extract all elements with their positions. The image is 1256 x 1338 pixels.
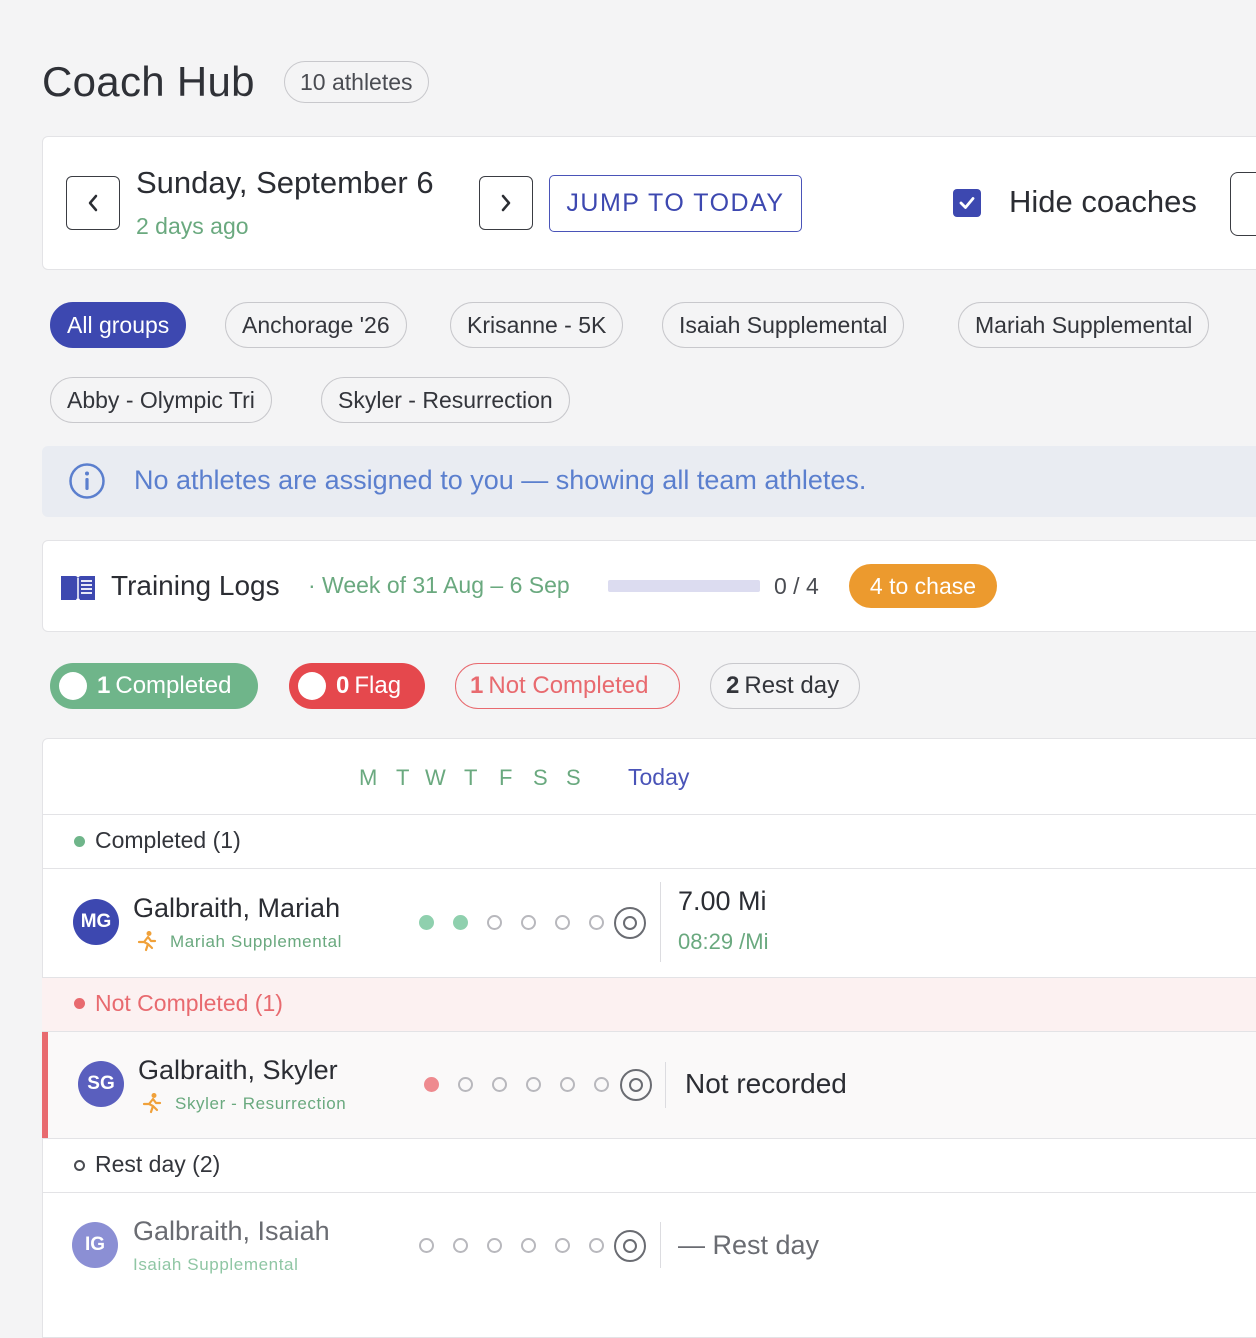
chevron-right-icon [501,194,511,212]
divider [42,1138,1256,1139]
day-status-miss-icon [424,1077,439,1092]
divider [42,814,1256,815]
day-header-mon: M [359,765,378,790]
day-status-empty-icon [487,1238,502,1253]
group-chip-isaiah[interactable]: Isaiah Supplemental [662,302,905,348]
day-header-tue: T [396,765,410,790]
day-status-empty-icon [589,1238,604,1253]
info-message: No athletes are assigned to you — showin… [134,465,867,495]
hide-coaches-checkbox[interactable] [953,189,981,217]
athlete-name[interactable]: Galbraith, Mariah [133,893,340,924]
completed-count: 1 [97,672,111,699]
today-target-icon [614,1230,646,1262]
rest-day-section-dot [74,1160,85,1171]
relative-date: 2 days ago [136,213,249,239]
section-rest-day-label: Rest day (2) [95,1151,221,1177]
runner-icon [137,931,157,952]
group-chip-anchorage[interactable]: Anchorage '26 [225,302,407,348]
day-header-fri: F [499,765,513,790]
athlete-group: Isaiah Supplemental [133,1255,299,1274]
to-chase-badge[interactable]: 4 to chase [849,564,997,608]
filter-completed[interactable]: 1 Completed [50,663,258,709]
divider [665,1062,666,1108]
day-status-done-icon [419,915,434,930]
filter-not-completed[interactable]: 1 Not Completed [455,663,680,709]
avatar: SG [78,1061,124,1107]
not-recorded-text: Not recorded [685,1068,847,1099]
group-chip-all[interactable]: All groups [50,302,187,348]
runner-icon [142,1093,162,1114]
chevron-left-icon [88,194,98,212]
book-icon [61,576,95,600]
page-title: Coach Hub [42,58,255,105]
completed-section-dot [74,836,85,847]
day-status-done-icon [453,915,468,930]
toggle-dot-icon [298,672,326,700]
day-status-empty-icon [589,915,604,930]
divider [660,1222,661,1268]
group-chip-skyler[interactable]: Skyler - Resurrection [321,377,570,423]
flag-count: 0 [336,672,350,699]
previous-day-button[interactable] [66,176,120,230]
avatar: IG [72,1222,118,1268]
day-status-empty-icon [521,915,536,930]
hide-coaches-label[interactable]: Hide coaches [1009,184,1197,220]
day-header-sun: S [566,765,581,790]
info-icon [69,463,105,499]
flag-label: Flag [354,672,402,699]
group-chip-mariah[interactable]: Mariah Supplemental [958,302,1210,348]
rest-day-text: — Rest day [678,1230,820,1260]
day-status-empty-icon [487,915,502,930]
day-status-empty-icon [555,915,570,930]
training-logs-title: Training Logs [111,570,280,601]
next-day-button[interactable] [479,176,533,230]
not-completed-count: 1 [470,672,484,699]
overflow-control[interactable] [1230,172,1256,236]
flag-indicator [42,1032,48,1138]
athlete-name[interactable]: Galbraith, Isaiah [133,1216,330,1247]
day-status-empty-icon [458,1077,473,1092]
not-completed-section-dot [74,998,85,1009]
today-target-icon [620,1069,652,1101]
filter-flag[interactable]: 0 Flag [289,663,425,709]
filter-rest-day[interactable]: 2 Rest day [710,663,860,709]
day-status-empty-icon [560,1077,575,1092]
section-completed-label: Completed (1) [95,827,241,853]
checkmark-icon [959,197,975,209]
group-chip-abby[interactable]: Abby - Olympic Tri [50,377,272,423]
day-status-empty-icon [594,1077,609,1092]
day-header-wed: W [425,765,446,790]
day-status-empty-icon [521,1238,536,1253]
avatar: MG [73,899,119,945]
section-not-completed-label: Not Completed (1) [95,990,283,1016]
today-column-header: Today [628,764,690,790]
group-chip-krisanne[interactable]: Krisanne - 5K [450,302,624,348]
day-status-empty-icon [555,1238,570,1253]
training-logs-week: · Week of 31 Aug – 6 Sep [308,572,570,598]
not-completed-label: Not Completed [488,672,649,699]
pace-value: 08:29 /Mi [678,929,769,954]
selected-date: Sunday, September 6 [136,165,434,200]
day-header-sat: S [533,765,548,790]
divider [660,882,661,962]
today-target-icon [614,907,646,939]
day-status-empty-icon [453,1238,468,1253]
toggle-dot-icon [59,672,87,700]
day-status-empty-icon [419,1238,434,1253]
athlete-group: Skyler - Resurrection [175,1094,347,1113]
logs-ratio: 0 / 4 [774,573,819,599]
day-status-empty-icon [526,1077,541,1092]
athlete-group: Mariah Supplemental [170,932,343,951]
rest-day-label: Rest day [744,672,840,699]
jump-to-today-button[interactable]: JUMP TO TODAY [549,175,802,232]
day-status-empty-icon [492,1077,507,1092]
logs-progress-bar [608,580,760,592]
completed-label: Completed [115,672,232,699]
athlete-name[interactable]: Galbraith, Skyler [138,1055,338,1086]
rest-day-count: 2 [726,672,740,699]
day-header-thu: T [464,765,478,790]
athletes-count-badge: 10 athletes [284,61,429,103]
distance-value: 7.00 Mi [678,886,767,916]
